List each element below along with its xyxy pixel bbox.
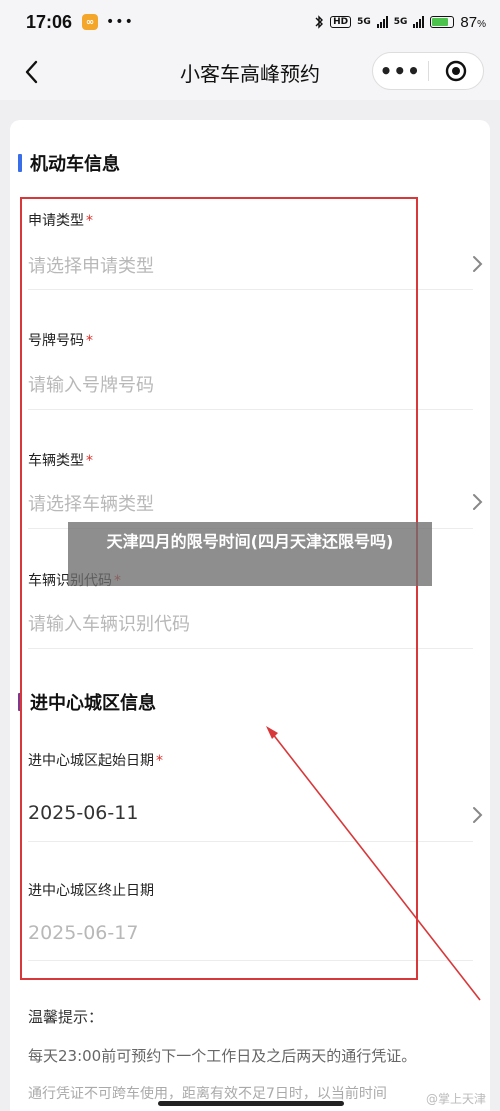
home-indicator[interactable] <box>158 1101 344 1106</box>
miniapp-capsule: ••• <box>372 52 484 90</box>
field-label-vehicle-type: 车辆类型 * <box>28 453 93 469</box>
field-divider <box>28 841 473 842</box>
app-notification-icon: ∞ <box>82 14 99 30</box>
back-button[interactable] <box>16 56 46 88</box>
battery-percent: 87% <box>460 13 486 31</box>
hd-voice-icon: HD <box>330 16 352 28</box>
more-notifications-icon: ••• <box>106 14 134 30</box>
chevron-left-icon <box>25 60 38 84</box>
section-title-text: 进中心城区信息 <box>30 693 156 714</box>
start-date-picker[interactable]: 2025-06-11 <box>28 802 138 824</box>
field-divider <box>28 960 473 961</box>
chevron-right-icon <box>473 494 483 510</box>
field-divider <box>28 648 473 649</box>
signal-icon-1 <box>376 16 388 28</box>
status-bar: 17:06 ∞ ••• HD 5G 5G 87% <box>0 0 500 44</box>
tips-line-1: 每天23:00前可预约下一个工作日及之后两天的通行凭证。 <box>28 1047 417 1065</box>
signal-icon-2 <box>413 16 425 28</box>
chevron-right-icon <box>473 807 483 823</box>
more-menu-button[interactable]: ••• <box>373 59 428 83</box>
vehicle-type-select[interactable]: 请选择车辆类型 <box>28 490 154 516</box>
network-type-1: 5G <box>357 17 371 27</box>
tips-title: 温馨提示： <box>28 1008 104 1026</box>
section-title-vehicle: 机动车信息 <box>18 150 120 176</box>
field-divider <box>28 289 473 290</box>
close-miniapp-button[interactable] <box>429 60 484 82</box>
tips-line-2: 通行凭证不可跨车使用，距离有效不足7日时，以当前时间 <box>28 1086 387 1102</box>
network-type-2: 5G <box>393 17 408 27</box>
page-title: 小客车高峰预约 <box>180 61 320 86</box>
watermark: @掌上天津 <box>425 1092 486 1106</box>
section-title-city-entry: 进中心城区信息 <box>18 689 156 715</box>
section-accent-bar <box>18 154 22 172</box>
nav-bar: 小客车高峰预约 ••• <box>0 44 500 100</box>
apply-type-select[interactable]: 请选择申请类型 <box>28 252 154 278</box>
plate-number-input[interactable]: 请输入号牌号码 <box>28 371 154 397</box>
field-divider <box>28 409 473 410</box>
field-label-plate-number: 号牌号码 * <box>28 333 93 349</box>
section-accent-bar <box>18 693 22 711</box>
end-date-value: 2025-06-17 <box>28 922 139 944</box>
status-time: 17:06 <box>26 11 73 32</box>
field-label-apply-type: 申请类型 * <box>28 213 93 229</box>
section-title-text: 机动车信息 <box>30 154 120 175</box>
status-indicators: HD 5G 5G 87% <box>314 14 486 31</box>
field-label-end-date: 进中心城区终止日期 <box>28 883 154 899</box>
target-close-icon <box>445 60 466 82</box>
vin-input[interactable]: 请输入车辆识别代码 <box>28 610 190 636</box>
field-label-start-date: 进中心城区起始日期 * <box>28 753 163 769</box>
bluetooth-icon <box>315 15 324 29</box>
article-title-banner: 天津四月的限号时间(四月天津还限号吗) <box>68 522 432 586</box>
chevron-right-icon <box>473 256 483 272</box>
battery-icon <box>430 16 455 28</box>
